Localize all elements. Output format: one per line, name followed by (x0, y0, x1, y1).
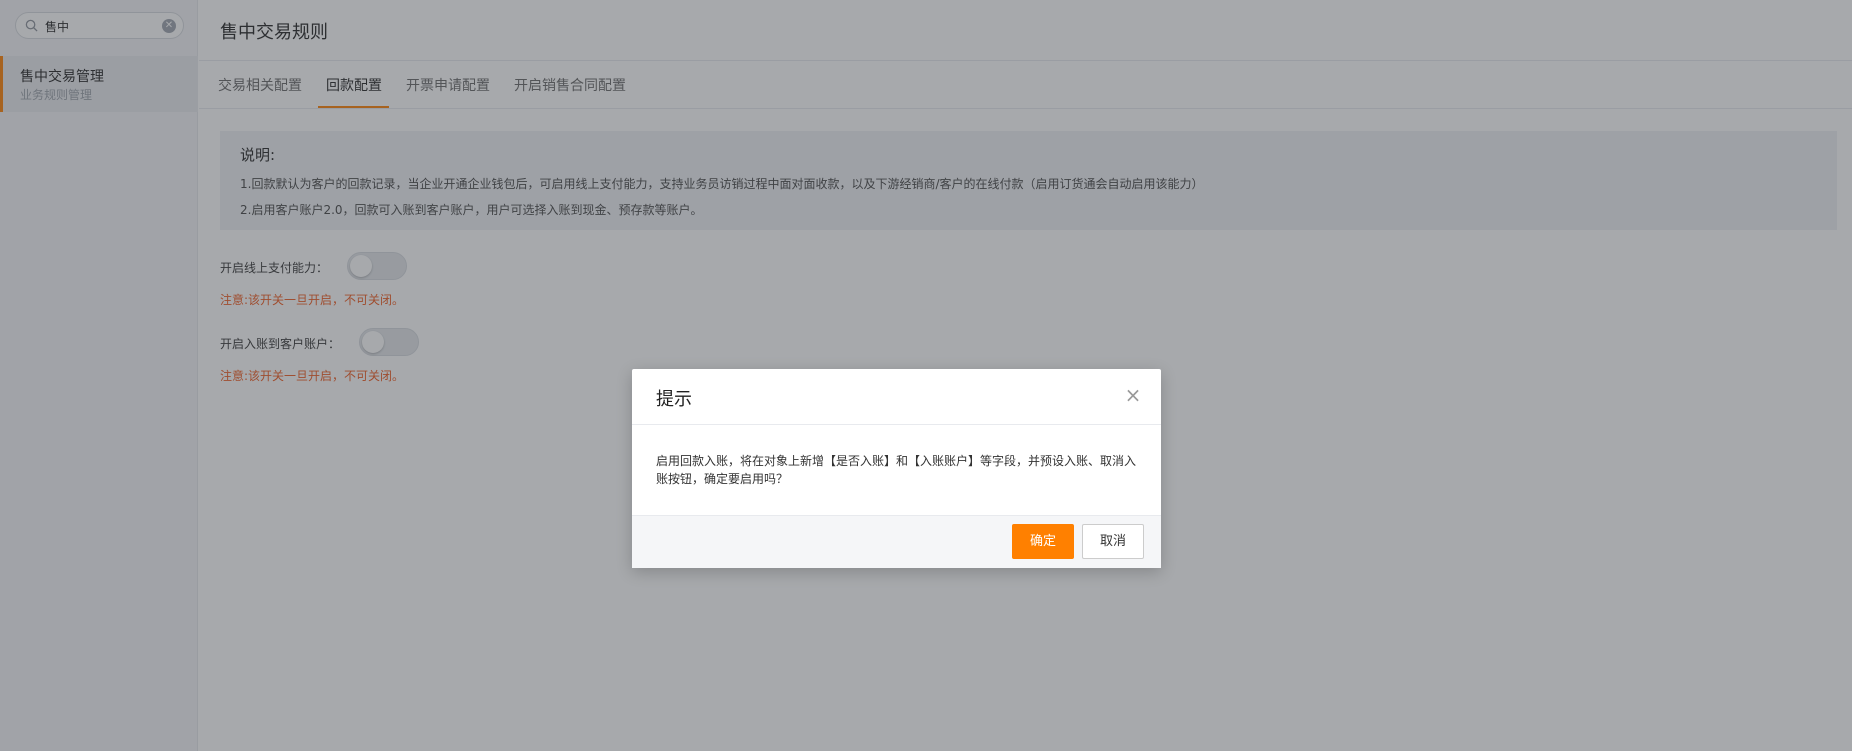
app-window: ✕ 售中交易管理 业务规则管理 售中交易规则 交易相关配置 回款配置 开票申请配… (0, 0, 1852, 751)
dialog-message: 启用回款入账，将在对象上新增【是否入账】和【入账账户】等字段，并预设入账、取消入… (656, 454, 1137, 486)
confirm-button[interactable]: 确定 (1012, 524, 1074, 559)
cancel-button[interactable]: 取消 (1082, 524, 1144, 559)
dialog-footer: 确定 取消 (632, 515, 1161, 568)
dialog-header: 提示 × (632, 369, 1161, 425)
confirm-dialog: 提示 × 启用回款入账，将在对象上新增【是否入账】和【入账账户】等字段，并预设入… (632, 369, 1161, 568)
dialog-title: 提示 (656, 389, 692, 410)
close-icon[interactable]: × (1123, 385, 1143, 405)
